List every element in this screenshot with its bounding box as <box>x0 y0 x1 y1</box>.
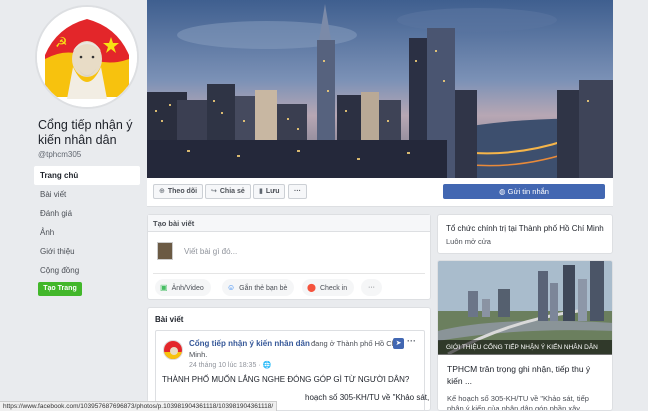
page-nav: Trang chủ Bài viết Đánh giá Ảnh Giới thi… <box>34 166 140 280</box>
post-options-button[interactable]: ··· <box>407 336 416 346</box>
bookmark-icon: ▮ <box>259 188 263 195</box>
more-actions-button[interactable]: ··· <box>288 184 307 199</box>
nav-item-community[interactable]: Cộng đồng <box>34 261 140 280</box>
nav-item-about[interactable]: Giới thiệu <box>34 242 140 261</box>
post-checkin-text: đang ở Thành phố Hồ Chí <box>311 339 398 348</box>
post-author-name[interactable]: Cổng tiếp nhận ý kiến nhân dân <box>189 339 310 348</box>
user-avatar <box>157 242 173 260</box>
nav-item-reviews[interactable]: Đánh giá <box>34 204 140 223</box>
share-icon: ↪ <box>211 188 217 195</box>
featured-snippet: Kế hoạch số 305-KH/TU về "Khảo sát, tiếp… <box>447 394 589 411</box>
post-checkin-city[interactable]: Minh. <box>189 350 207 359</box>
photo-icon: ▣ <box>160 283 168 292</box>
divider <box>153 273 425 274</box>
photo-video-button[interactable]: ▣ Ảnh/Video <box>155 279 211 296</box>
left-column: ☭ Cổng tiếp nhận ý kiến nhân dân @tphcm3… <box>0 0 146 411</box>
posts-card: Bài viết Cổng tiếp nhận ý kiến nhân dân … <box>147 307 431 411</box>
nav-item-posts[interactable]: Bài viết <box>34 185 140 204</box>
page-profile-picture[interactable]: ☭ <box>35 5 139 109</box>
follow-icon: ⊕ <box>159 188 165 195</box>
post: Cổng tiếp nhận ý kiến nhân dân đang ở Th… <box>155 330 429 411</box>
more-options-button[interactable]: ··· <box>361 279 382 296</box>
post-author-avatar[interactable] <box>163 340 183 360</box>
browser-status-url: https://www.facebook.com/103957687696873… <box>0 401 278 411</box>
page-category: Tổ chức chính trị tại Thành phố Hồ Chí M… <box>446 224 604 233</box>
emblem-icon <box>164 341 182 359</box>
check-in-button[interactable]: ⬤ Check in <box>302 279 355 296</box>
create-page-button[interactable]: Tạo Trang <box>38 282 82 296</box>
page-action-bar: ⊕ Theo dõi ↪ Chia sẻ ▮ Lưu ··· ◍ Gửi tin nh… <box>147 178 613 207</box>
page-info-card: Tổ chức chính trị tại Thành phố Hồ Chí M… <box>437 214 613 254</box>
profile-emblem-image: ☭ <box>37 7 137 107</box>
location-pin-icon: ➤ <box>393 338 404 349</box>
page-open-status: Luôn mở cửa <box>446 237 491 246</box>
svg-text:☭: ☭ <box>55 35 68 51</box>
featured-video-card[interactable]: GIỚI THIỆU CỔNG TIẾP NHẬN Ý KIẾN NHÂN DÂ… <box>437 260 613 411</box>
post-text: THÀNH PHỐ MUỐN LẮNG NGHE ĐÓNG GÓP GÌ TỪ … <box>162 375 410 384</box>
tag-friends-icon: ☺ <box>227 283 236 292</box>
nav-item-photos[interactable]: Ảnh <box>34 223 140 242</box>
create-post-title: Tạo bài viết <box>148 215 430 232</box>
create-post-card: Tạo bài viết Viết bài gì đó... ▣ Ảnh/Vide… <box>147 214 431 300</box>
create-post-input[interactable]: Viết bài gì đó... <box>184 247 237 256</box>
follow-button[interactable]: ⊕ Theo dõi <box>153 184 204 199</box>
post-timestamp[interactable]: 24 tháng 10 lúc 18:35 · 🌐 <box>189 361 271 369</box>
post-text-continued: hoạch số 305-KH/TU về "Khảo sát, <box>305 393 430 402</box>
featured-image-caption: GIỚI THIỆU CỔNG TIẾP NHẬN Ý KIẾN NHÂN DÂ… <box>438 340 612 355</box>
messenger-icon: ◍ <box>499 187 508 196</box>
cover-photo[interactable] <box>147 0 613 178</box>
page-title[interactable]: Cổng tiếp nhận ý kiến nhân dân <box>38 118 148 148</box>
location-pin-icon: ⬤ <box>307 283 316 292</box>
page-username: @tphcm305 <box>38 150 82 159</box>
nav-item-home[interactable]: Trang chủ <box>34 166 140 185</box>
send-message-button[interactable]: ◍ Gửi tin nhắn <box>443 184 605 199</box>
save-button[interactable]: ▮ Lưu <box>253 184 286 199</box>
share-button[interactable]: ↪ Chia sẻ <box>205 184 251 199</box>
tag-friends-button[interactable]: ☺ Gắn thẻ bạn bè <box>222 279 295 296</box>
city-skyline-image <box>147 0 613 178</box>
featured-title[interactable]: TPHCM trân trọng ghi nhận, tiếp thu ý ki… <box>447 363 607 387</box>
posts-section-title: Bài viết <box>155 315 184 324</box>
